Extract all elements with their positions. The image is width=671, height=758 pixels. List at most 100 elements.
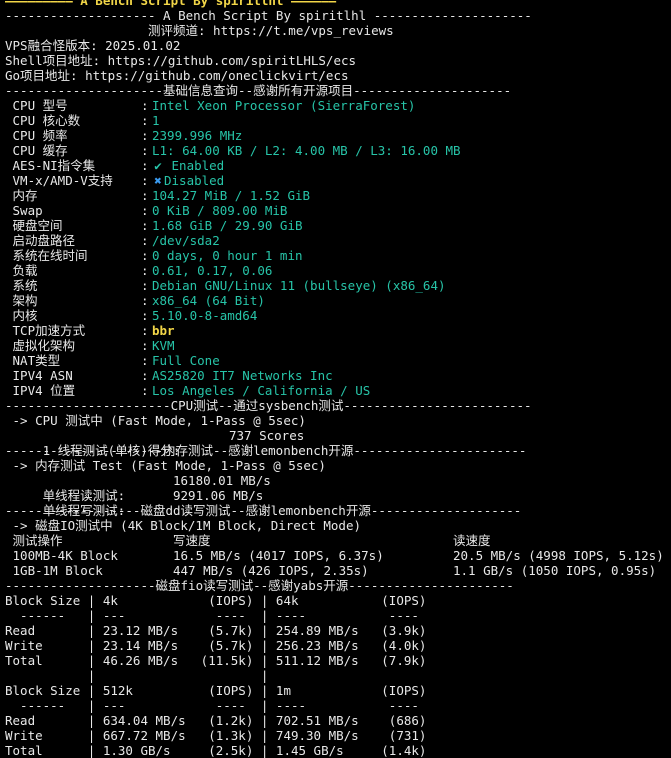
sysinfo-value-text: Los Angeles / California / US xyxy=(152,383,371,398)
sysinfo-label: 架构 xyxy=(5,293,38,308)
sysinfo-label: 系统 xyxy=(5,278,38,293)
sysinfo-separator: : xyxy=(141,278,149,293)
dd-header-row-cell: 测试操作 xyxy=(5,533,63,548)
sysinfo-label: CPU 缓存 xyxy=(5,143,68,158)
sysinfo-value: 104.27 MiB / 1.52 GiB xyxy=(152,188,310,203)
sysinfo-row: 内核:5.10.0-8-amd64 xyxy=(0,308,671,323)
sysinfo-value: KVM xyxy=(152,338,175,353)
sysinfo-value-text: /dev/sda2 xyxy=(152,233,220,248)
sysinfo-separator: : xyxy=(141,203,149,218)
sysinfo-row: IPV4 ASN: AS25820 IT7 Networks Inc xyxy=(0,368,671,383)
fio-row: Total | 46.26 MB/s (11.5k) | 511.12 MB/s… xyxy=(5,653,427,668)
sysinfo-separator: : xyxy=(141,98,149,113)
dd-header-row-cell: 读速度 xyxy=(453,533,491,548)
sysinfo-separator: : xyxy=(141,248,149,263)
dd-data-row-cell: 1.1 GB/s (1050 IOPS, 0.95s) xyxy=(453,563,657,578)
sysinfo-label: Swap xyxy=(5,203,43,218)
sysinfo-value-text: Disabled xyxy=(164,173,225,188)
sysinfo-row: 架构: x86_64 (64 Bit) xyxy=(0,293,671,308)
dd-data-row-cell: 447 MB/s (426 IOPS, 2.35s) xyxy=(173,563,369,578)
fio-table: Block Size | 4k (IOPS) | 64k (IOPS) ----… xyxy=(0,593,671,758)
sysinfo-value: Full Cone xyxy=(152,353,220,368)
dd-header-row: 测试操作 写速度 读速度 xyxy=(0,533,671,548)
sysinfo-value: Intel Xeon Processor (SierraForest) xyxy=(152,98,415,113)
sysinfo-row: 内存:104.27 MiB / 1.52 GiB xyxy=(0,188,671,203)
memory-write-value: 9291.06 MB/s xyxy=(173,488,264,503)
sysinfo-label: IPV4 位置 xyxy=(5,383,76,398)
sysinfo-row: VM-x/AMD-V支持: ✖ Disabled xyxy=(0,173,671,188)
memory-read-value: 16180.01 MB/s xyxy=(173,473,271,488)
fio-row: ------ | --- ---- | ---- ---- xyxy=(5,698,419,713)
sysinfo-value-text: 1.68 GiB / 29.90 GiB xyxy=(152,218,303,233)
sysinfo-value: /dev/sda2 xyxy=(152,233,220,248)
sysinfo-separator: : xyxy=(141,188,149,203)
header-version: VPS融合怪版本: 2025.01.02 xyxy=(5,38,181,53)
check-icon: ✔ xyxy=(154,158,162,173)
sysinfo-label: 系统在线时间 xyxy=(5,248,88,263)
sysinfo-value-text: Enabled xyxy=(171,158,225,173)
sysinfo-label: CPU 核心数 xyxy=(5,113,81,128)
sysinfo-label: VM-x/AMD-V支持 xyxy=(5,173,113,188)
cpu-score-value: 737 Scores xyxy=(229,428,305,443)
header-go-repo: Go项目地址: https://github.com/oneclickvirt/… xyxy=(5,68,349,83)
sysinfo-row: AES-NI指令集: ✔ Enabled xyxy=(0,158,671,173)
sysinfo-separator: : xyxy=(141,263,149,278)
sysinfo-row: NAT类型: Full Cone xyxy=(0,353,671,368)
sysinfo-separator: : xyxy=(141,293,149,308)
sysinfo-label: 负载 xyxy=(5,263,38,278)
sysinfo-separator: : xyxy=(141,308,149,323)
dd-data-row-cell: 100MB-4K Block xyxy=(5,548,118,563)
section-basic-info: ---------------------基础信息查询--感谢所有开源项目---… xyxy=(5,83,512,98)
sysinfo-label: 虚拟化架构 xyxy=(5,338,76,353)
cross-icon: ✖ xyxy=(154,173,162,188)
sysinfo-value: bbr xyxy=(152,323,175,338)
fio-row: | | xyxy=(5,668,269,683)
sysinfo-separator: : xyxy=(141,368,149,383)
sysinfo-value-text: 104.27 MiB / 1.52 GiB xyxy=(152,188,311,203)
header-cut-line: ————————— A Bench Script By spiritlhl ——… xyxy=(5,0,337,8)
fio-row: Read | 23.12 MB/s (5.7k) | 254.89 MB/s (… xyxy=(5,623,427,638)
sysinfo-label: CPU 型号 xyxy=(5,98,68,113)
sysinfo-row: TCP加速方式: bbr xyxy=(0,323,671,338)
sysinfo-value: Debian GNU/Linux 11 (bullseye) (x86_64) xyxy=(152,278,446,293)
fio-row: Total | 1.30 GB/s (2.5k) | 1.45 GB/s (1.… xyxy=(5,743,427,758)
sysinfo-list: CPU 型号: Intel Xeon Processor (SierraFores… xyxy=(0,98,671,398)
sysinfo-value: 0 days, 0 hour 1 min xyxy=(152,248,303,263)
dd-data-row-cell: 20.5 MB/s (4998 IOPS, 5.12s) xyxy=(453,548,664,563)
sysinfo-label: TCP加速方式 xyxy=(5,323,86,338)
sysinfo-label: 内存 xyxy=(5,188,38,203)
sysinfo-value-text: 1 xyxy=(152,113,160,128)
sysinfo-label: IPV4 ASN xyxy=(5,368,73,383)
dd-data-row-cell: 16.5 MB/s (4017 IOPS, 6.37s) xyxy=(173,548,384,563)
sysinfo-separator: : xyxy=(141,113,149,128)
sysinfo-separator: : xyxy=(141,158,149,173)
sysinfo-row: 虚拟化架构: KVM xyxy=(0,338,671,353)
sysinfo-value: 0 KiB / 809.00 MiB xyxy=(152,203,287,218)
sysinfo-row: Swap:0 KiB / 809.00 MiB xyxy=(0,203,671,218)
sysinfo-value-text: 0.61, 0.17, 0.06 xyxy=(152,263,273,278)
cpu-score-row: 1 线程测试(单核)得分: 737 Scores xyxy=(0,428,671,458)
sysinfo-row: IPV4 位置: Los Angeles / California / US xyxy=(0,383,671,398)
sysinfo-label: CPU 频率 xyxy=(5,128,68,143)
dd-header-row-cell: 写速度 xyxy=(173,533,211,548)
sysinfo-value-text: 5.10.0-8-amd64 xyxy=(152,308,258,323)
header-channel: 测评频道: https://t.me/vps_reviews xyxy=(5,23,394,38)
memory-read-row: 单线程读测试: 16180.01 MB/s xyxy=(0,473,671,503)
sysinfo-label: AES-NI指令集 xyxy=(5,158,96,173)
dd-data-row: 100MB-4K Block 16.5 MB/s (4017 IOPS, 6.37… xyxy=(0,548,671,563)
sysinfo-separator: : xyxy=(141,353,149,368)
sysinfo-value-text: 0 days, 0 hour 1 min xyxy=(152,248,303,263)
fio-row: Block Size | 4k (IOPS) | 64k (IOPS) xyxy=(5,593,427,608)
sysinfo-row: CPU 频率:2399.996 MHz xyxy=(0,128,671,143)
sysinfo-row: 系统: Debian GNU/Linux 11 (bullseye) (x86_6… xyxy=(0,278,671,293)
sysinfo-separator: : xyxy=(141,128,149,143)
sysinfo-value-text: L1: 64.00 KB / L2: 4.00 MB / L3: 16.00 M… xyxy=(152,143,461,158)
fio-row: Write | 667.72 MB/s (1.3k) | 749.30 MB/s… xyxy=(5,728,427,743)
dd-data-row-cell: 1GB-1M Block xyxy=(5,563,103,578)
sysinfo-value: ✔ Enabled xyxy=(152,158,224,173)
sysinfo-value-text: Debian GNU/Linux 11 (bullseye) (x86_64) xyxy=(152,278,446,293)
sysinfo-separator: : xyxy=(141,143,149,158)
sysinfo-row: CPU 缓存: L1: 64.00 KB / L2: 4.00 MB / L3: … xyxy=(0,143,671,158)
section-memory-test: ---------------------内存测试--感谢lemonbench开… xyxy=(5,443,527,458)
sysinfo-value: L1: 64.00 KB / L2: 4.00 MB / L3: 16.00 M… xyxy=(152,143,461,158)
